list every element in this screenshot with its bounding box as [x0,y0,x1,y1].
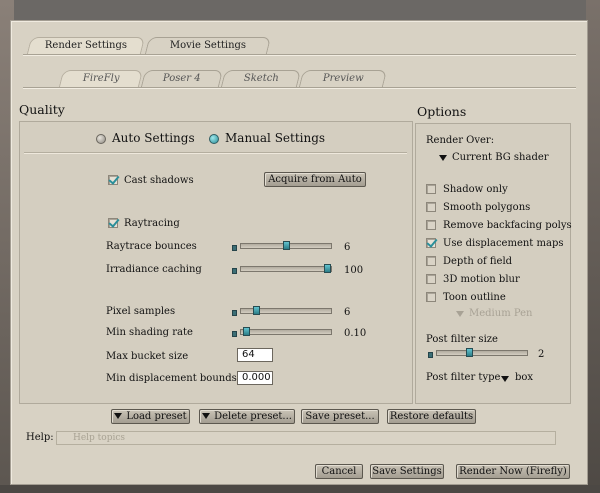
tab-firefly[interactable]: FireFly [58,70,144,87]
delete-preset-button[interactable]: Delete preset... [199,409,295,424]
irradiance-caching-value: 100 [344,265,364,276]
min-displacement-bounds-label: Min displacement bounds [106,373,237,384]
render-over-value[interactable]: Current BG shader [452,152,549,163]
manual-settings-radio[interactable] [209,134,219,144]
post-filter-size-thumb[interactable] [466,348,473,357]
pixel-samples-slider[interactable] [240,306,332,315]
raytrace-bounces-label: Raytrace bounces [106,241,197,252]
render-settings-dialog: Render Settings Movie Settings FireFly P… [10,20,588,485]
acquire-from-auto-button[interactable]: Acquire from Auto [264,172,366,187]
irradiance-caching-min-marker [232,268,237,274]
background-right [586,0,600,493]
min-shading-rate-label: Min shading rate [106,327,193,338]
render-over-dropdown-icon[interactable] [439,155,447,161]
raytracing-checkbox[interactable] [108,218,118,228]
options-heading: Options [417,104,467,119]
quality-heading: Quality [19,102,65,117]
quality-panel: Auto Settings Manual Settings Cast shado… [19,121,413,404]
help-topics-box: Help topics [56,431,556,445]
toon-outline-checkbox[interactable] [426,292,436,302]
pixel-samples-value: 6 [344,307,351,318]
cast-shadows-checkbox[interactable] [108,175,118,185]
post-filter-size-label: Post filter size [426,334,498,345]
toon-pen-dropdown-icon [456,311,464,317]
irradiance-caching-thumb[interactable] [324,264,331,273]
pixel-samples-label: Pixel samples [106,306,176,317]
irradiance-caching-slider[interactable] [240,264,332,273]
load-preset-button[interactable]: Load preset [111,409,190,424]
quality-divider [24,152,407,153]
depth-of-field-label: Depth of field [443,256,513,267]
use-displacement-maps-label: Use displacement maps [443,238,564,249]
background-bottom [0,485,600,493]
post-filter-type-label: Post filter type [426,372,501,383]
cast-shadows-label: Cast shadows [124,175,194,186]
options-panel: Render Over: Current BG shader Shadow on… [415,123,572,404]
raytrace-bounces-slider[interactable] [240,241,332,250]
auto-settings-label[interactable]: Auto Settings [112,131,195,145]
min-shading-rate-thumb[interactable] [243,327,250,336]
tab-preview[interactable]: Preview [298,70,388,87]
smooth-polygons-checkbox[interactable] [426,202,436,212]
remove-backfacing-polys-checkbox[interactable] [426,220,436,230]
sub-tab-underline [23,87,576,88]
post-filter-type-dropdown-icon[interactable] [501,376,509,382]
shadow-only-checkbox[interactable] [426,184,436,194]
shadow-only-label: Shadow only [443,184,508,195]
min-shading-rate-value: 0.10 [344,328,367,339]
use-displacement-maps-checkbox[interactable] [426,238,436,248]
load-preset-dropdown-icon [114,413,123,419]
raytrace-bounces-value: 6 [344,242,351,253]
pixel-samples-min-marker [232,310,237,316]
raytrace-bounces-min-marker [232,245,237,251]
help-label: Help: [26,432,54,443]
post-filter-type-value[interactable]: box [515,372,533,383]
manual-settings-label[interactable]: Manual Settings [225,131,325,145]
sub-tab-bar: FireFly Poser 4 Sketch Preview [58,70,388,88]
delete-preset-dropdown-icon [202,413,211,419]
motion-blur-label: 3D motion blur [443,274,520,285]
cancel-button[interactable]: Cancel [315,464,363,479]
tab-movie-settings[interactable]: Movie Settings [144,37,272,54]
min-shading-rate-min-marker [232,331,237,337]
min-shading-rate-slider[interactable] [240,327,332,336]
restore-defaults-button[interactable]: Restore defaults [387,409,476,424]
save-preset-button[interactable]: Save preset... [301,409,379,424]
render-over-label: Render Over: [426,135,495,146]
tab-render-settings[interactable]: Render Settings [26,37,146,54]
motion-blur-checkbox[interactable] [426,274,436,284]
render-now-button[interactable]: Render Now (Firefly) [456,464,570,479]
pixel-samples-thumb[interactable] [253,306,260,315]
smooth-polygons-label: Smooth polygons [443,202,531,213]
post-filter-size-min-marker [428,352,433,358]
tab-poser4[interactable]: Poser 4 [140,70,224,87]
min-displacement-bounds-field[interactable]: 0.000 [237,371,273,385]
max-bucket-size-label: Max bucket size [106,351,189,362]
auto-settings-radio[interactable] [96,134,106,144]
post-filter-size-value: 2 [538,349,545,360]
tab-sketch[interactable]: Sketch [220,70,302,87]
toon-outline-label: Toon outline [443,292,506,303]
main-tab-underline [23,54,576,55]
depth-of-field-checkbox[interactable] [426,256,436,266]
remove-backfacing-polys-label: Remove backfacing polys [443,220,572,231]
irradiance-caching-label: Irradiance caching [106,264,202,275]
max-bucket-size-field[interactable]: 64 [237,348,273,362]
toon-pen-value: Medium Pen [469,308,533,319]
main-tab-bar: Render Settings Movie Settings [26,37,274,55]
save-settings-button[interactable]: Save Settings [370,464,444,479]
raytracing-label: Raytracing [124,218,180,229]
post-filter-size-slider[interactable] [436,348,528,357]
raytrace-bounces-thumb[interactable] [283,241,290,250]
